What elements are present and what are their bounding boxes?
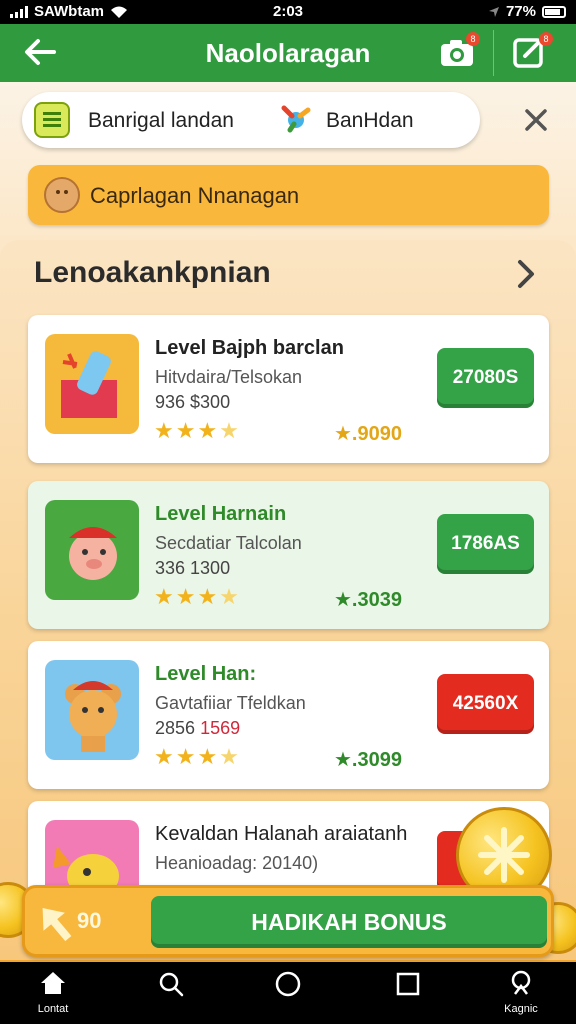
bonus-bar: 90 HADIKAH BONUS: [22, 885, 554, 957]
app-bar-divider: [493, 30, 494, 76]
card-action-button[interactable]: 1786AS: [437, 514, 534, 574]
offer-card[interactable]: Level Harnain Secdatiar Talcolan 336 130…: [28, 481, 549, 629]
bottom-nav: Lontat Kagnic: [0, 962, 576, 1024]
card-score: ★.3039: [334, 589, 402, 611]
card-subtitle: Hitvdaira/Telsokan: [155, 367, 303, 387]
card-price: 936 $300: [155, 392, 231, 412]
card-title: Kevaldan Halanah araiatanh: [155, 823, 408, 845]
smiley-icon: [44, 177, 80, 213]
offer-card[interactable]: Level Bajph barclan Hitvdaira/Telsokan 9…: [28, 315, 549, 463]
gift-box-icon: [45, 334, 139, 434]
bonus-count: 90: [77, 908, 102, 933]
card-score: ★.9090: [334, 423, 402, 445]
camera-badge: 8: [466, 32, 480, 46]
star-rating: ★★★★: [154, 744, 241, 769]
status-bar: SAWbtam 2:03 77%: [0, 0, 576, 24]
promo-banner[interactable]: Caprlagan Nnanagan: [28, 165, 549, 225]
nav-home-button[interactable]: [253, 970, 323, 1003]
list-icon[interactable]: [34, 102, 70, 138]
camera-button[interactable]: 8: [438, 32, 480, 72]
pig-icon: [45, 500, 139, 600]
bear-icon: [45, 660, 139, 760]
card-title: Level Bajph barclan: [155, 337, 344, 359]
star-rating: ★★★★: [154, 584, 241, 609]
close-icon[interactable]: [516, 104, 556, 144]
card-action-button[interactable]: 27080S: [437, 348, 534, 408]
card-subtitle: Heanioadag: 20140): [155, 853, 319, 873]
edit-button[interactable]: 8: [511, 32, 553, 72]
battery-icon: [542, 5, 566, 18]
promo-label: Caprlagan Nnanagan: [90, 183, 300, 208]
app-bar: Naololaragan 8 8: [0, 24, 576, 82]
section-title: Lenoakankpnian: [34, 256, 271, 289]
star-rating: ★★★★: [154, 418, 241, 443]
bonus-button[interactable]: HADIKAH BONUS: [151, 896, 547, 948]
nav-profile[interactable]: Kagnic: [486, 970, 556, 1015]
page-title: Naololaragan: [205, 38, 371, 68]
location-icon: [488, 6, 499, 17]
nav-profile-label: Kagnic: [504, 1003, 538, 1015]
card-title: Level Han:: [155, 663, 257, 685]
nav-home[interactable]: Lontat: [18, 970, 88, 1015]
square-recents-icon: [396, 972, 420, 996]
card-score: ★.3099: [334, 749, 402, 771]
search-icon: [159, 972, 184, 997]
nav-search[interactable]: [136, 970, 206, 1003]
main-content: Banrigal landan BanHdan Caprlagan Nnanag…: [0, 82, 576, 962]
card-action-button[interactable]: 42560X: [437, 674, 534, 734]
circle-home-icon: [275, 971, 301, 997]
filter-bar: Banrigal landan BanHdan: [22, 92, 480, 148]
filter-option-1[interactable]: Banrigal landan: [88, 109, 234, 133]
card-subtitle: Gavtafiiar Tfeldkan: [155, 693, 306, 713]
card-subtitle: Secdatiar Talcolan: [155, 533, 302, 553]
card-price: 2856 1569: [155, 718, 241, 738]
nav-home-label: Lontat: [37, 1003, 69, 1015]
edit-badge: 8: [539, 32, 553, 46]
offer-card[interactable]: Level Han: Gavtafiiar Tfeldkan 2856 1569…: [28, 641, 549, 789]
battery-percent: 77%: [505, 3, 536, 20]
card-title: Level Harnain: [155, 503, 287, 525]
card-price: 336 1300: [155, 558, 231, 578]
toy-icon[interactable]: [278, 102, 314, 138]
profile-icon: [511, 970, 531, 995]
home-icon: [41, 972, 65, 994]
filter-option-2[interactable]: BanHdan: [326, 109, 414, 133]
nav-recents[interactable]: [373, 970, 443, 1003]
chevron-right-icon[interactable]: [510, 254, 542, 294]
